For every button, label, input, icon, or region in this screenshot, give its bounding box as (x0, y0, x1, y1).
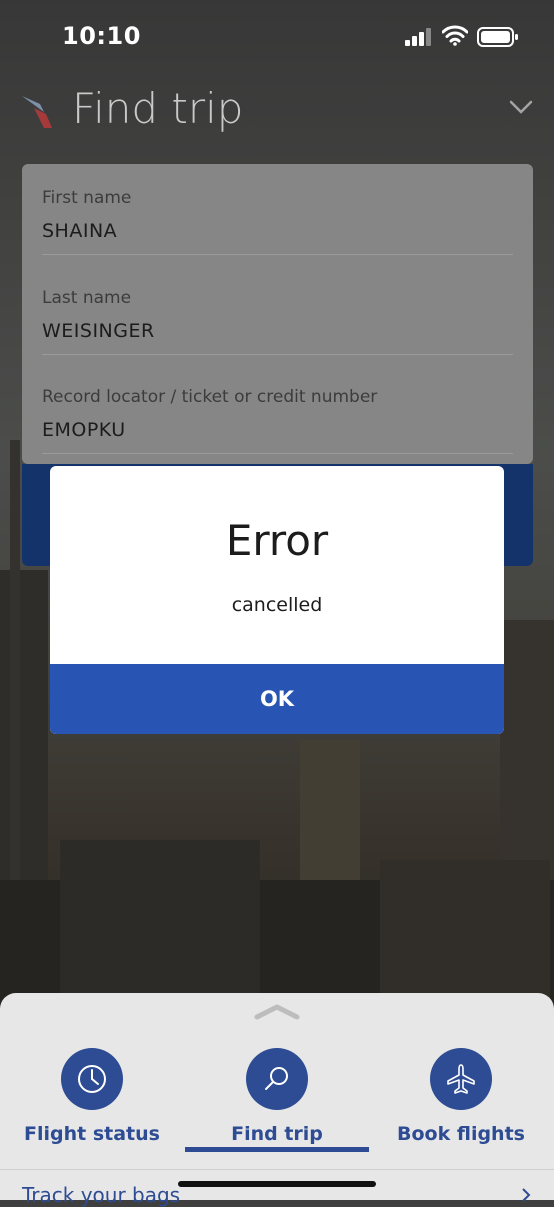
page-title: Find trip (72, 84, 244, 133)
first-name-value[interactable]: SHAINA (42, 220, 117, 242)
wifi-icon (442, 25, 468, 46)
home-indicator (178, 1181, 376, 1187)
divider (0, 1169, 554, 1170)
nav-find-trip[interactable]: Find trip (185, 1048, 369, 1158)
last-name-field[interactable]: Last name WEISINGER (42, 264, 513, 355)
bottom-sheet: Flight status Find trip Book flights Tra… (0, 993, 554, 1207)
airplane-icon (447, 1064, 475, 1094)
chevron-right-icon (522, 1188, 531, 1202)
battery-icon (477, 27, 518, 47)
nav-book-flights[interactable]: Book flights (369, 1048, 553, 1158)
cellular-signal-icon (405, 28, 431, 46)
airline-logo-icon (22, 96, 52, 128)
find-trip-form: First name SHAINA Last name WEISINGER Re… (22, 164, 533, 464)
search-icon (265, 1067, 288, 1090)
nav-flight-status[interactable]: Flight status (0, 1048, 184, 1158)
record-locator-field[interactable]: Record locator / ticket or credit number… (42, 363, 513, 454)
active-tab-indicator (185, 1147, 369, 1152)
status-bar: 10:10 (0, 0, 554, 72)
dialog-title: Error (225, 516, 329, 565)
last-name-label: Last name (42, 288, 132, 308)
first-name-field[interactable]: First name SHAINA (42, 164, 513, 255)
chevron-up-icon[interactable] (253, 1001, 301, 1021)
error-dialog: Error cancelled OK (50, 466, 504, 734)
page-header: Find trip (0, 80, 554, 144)
status-time: 10:10 (62, 22, 141, 50)
track-bags-link[interactable]: Track your bags (22, 1183, 180, 1207)
first-name-label: First name (42, 188, 132, 208)
record-locator-value[interactable]: EMOPKU (42, 419, 126, 441)
last-name-value[interactable]: WEISINGER (42, 320, 155, 342)
dialog-message: cancelled (231, 594, 323, 616)
clock-icon (78, 1065, 106, 1093)
record-locator-label: Record locator / ticket or credit number (42, 387, 378, 407)
ok-button[interactable]: OK (50, 664, 504, 734)
chevron-down-icon[interactable] (506, 92, 536, 122)
nav-book-flights-label: Book flights (397, 1123, 525, 1145)
nav-flight-status-label: Flight status (24, 1123, 160, 1145)
nav-find-trip-label: Find trip (231, 1123, 323, 1145)
